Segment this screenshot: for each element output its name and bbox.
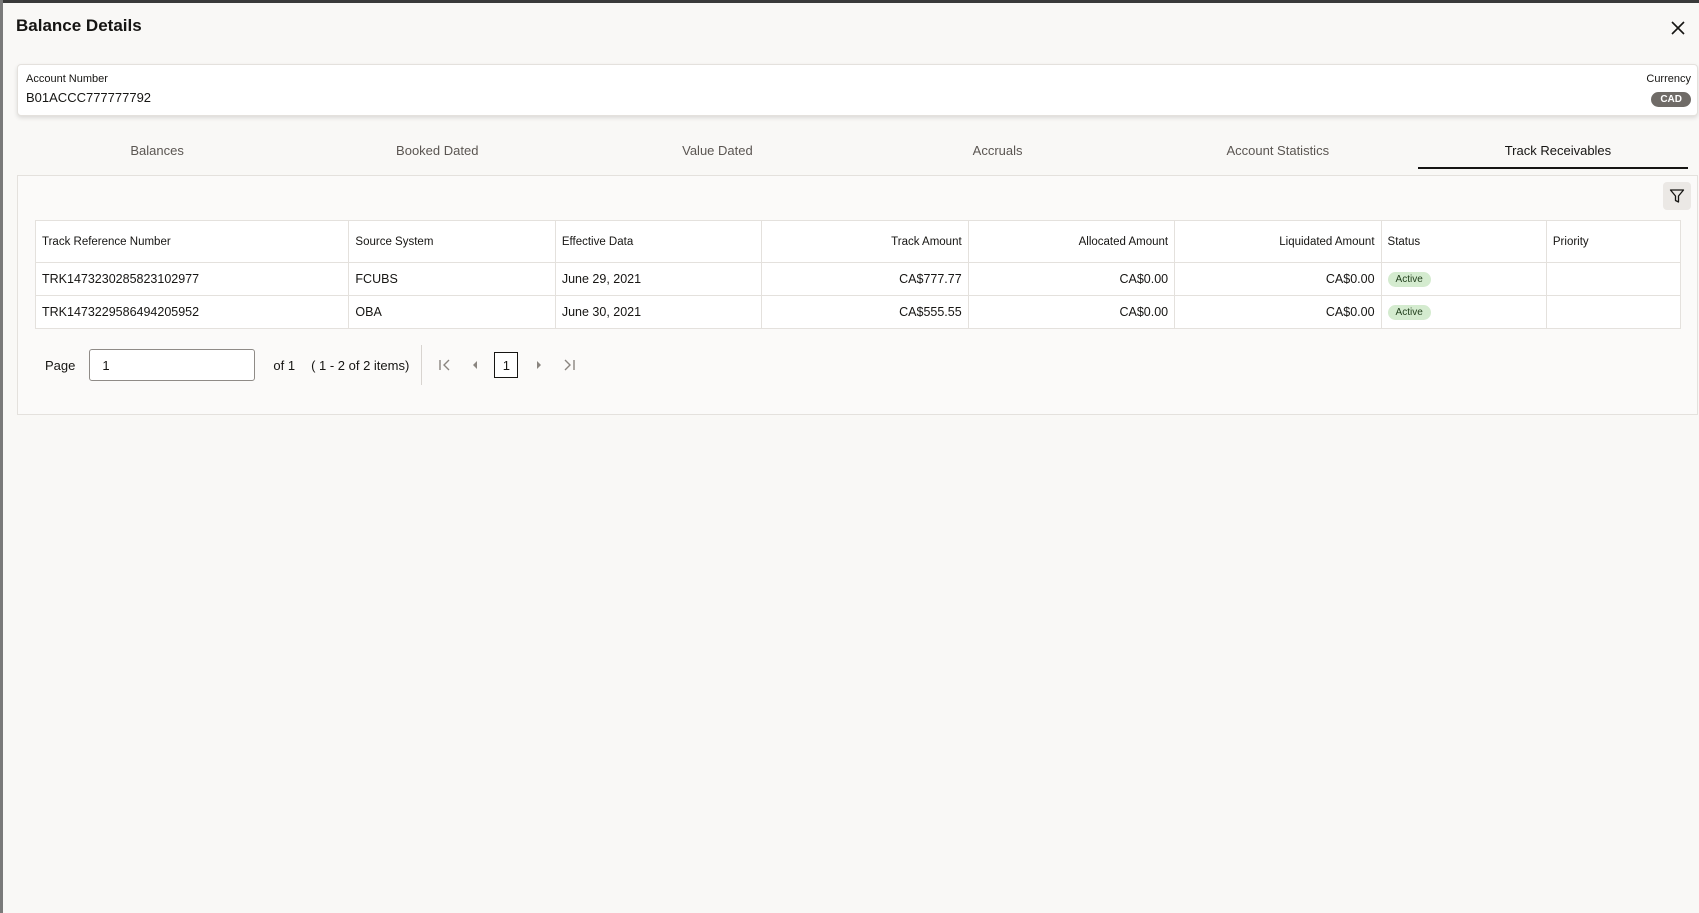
source-system-cell: FCUBS — [348, 262, 556, 296]
balance-tabs: Balances Booked Dated Value Dated Accrua… — [17, 127, 1698, 169]
balance-details-dialog: Balance Details Account Number B01ACCC77… — [3, 3, 1699, 913]
column-header-allocated-amount[interactable]: Allocated Amount — [967, 220, 1176, 263]
close-button[interactable] — [1667, 17, 1689, 39]
status-badge: Active — [1387, 272, 1431, 287]
last-page-icon — [564, 359, 576, 371]
tab-account-statistics[interactable]: Account Statistics — [1138, 127, 1418, 169]
dialog-title: Balance Details — [16, 16, 142, 35]
liquidated-amount-cell: CA$0.00 — [1174, 262, 1382, 296]
table-row[interactable]: TRK1473229586494205952 OBA June 30, 2021… — [34, 295, 1682, 329]
status-cell: Active — [1380, 262, 1547, 296]
column-header-status[interactable]: Status — [1380, 220, 1547, 263]
next-page-button[interactable] — [528, 354, 550, 376]
table-header-row: Track Reference Number Source System Eff… — [34, 220, 1682, 263]
column-header-track-amount[interactable]: Track Amount — [761, 220, 969, 263]
page-number-input[interactable] — [89, 349, 256, 381]
account-number-value: B01ACCC777777792 — [26, 90, 152, 105]
column-header-source-system[interactable]: Source System — [348, 220, 556, 263]
current-page-button[interactable]: 1 — [494, 352, 519, 378]
source-system-cell: OBA — [348, 295, 556, 329]
currency-badge: CAD — [1651, 92, 1691, 107]
allocated-amount-cell: CA$0.00 — [967, 295, 1176, 329]
tab-track-receivables[interactable]: Track Receivables — [1417, 127, 1698, 169]
effective-date-cell: June 30, 2021 — [554, 295, 763, 329]
filter-button[interactable] — [1663, 182, 1691, 210]
close-icon — [1671, 21, 1685, 35]
first-page-button[interactable] — [434, 354, 456, 376]
status-cell: Active — [1380, 295, 1547, 329]
column-header-effective-data[interactable]: Effective Data — [554, 220, 763, 263]
status-badge: Active — [1387, 305, 1431, 320]
table-row[interactable]: TRK1473230285823102977 FCUBS June 29, 20… — [34, 262, 1682, 296]
next-page-icon — [537, 361, 542, 369]
prev-page-icon — [473, 361, 478, 369]
effective-date-cell: June 29, 2021 — [554, 262, 763, 296]
track-receivables-table: Track Reference Number Source System Eff… — [34, 220, 1682, 329]
pagination-bar: Page of 1 ( 1 - 2 of 2 items) 1 — [45, 345, 588, 385]
tab-accruals[interactable]: Accruals — [858, 127, 1138, 169]
tab-value-dated[interactable]: Value Dated — [577, 127, 857, 169]
priority-cell — [1545, 295, 1682, 329]
first-page-icon — [439, 359, 450, 371]
currency-label: Currency — [1646, 73, 1691, 85]
filter-icon — [1669, 189, 1685, 203]
track-reference-cell: TRK1473229586494205952 — [34, 295, 350, 329]
track-receivables-panel: Track Reference Number Source System Eff… — [17, 175, 1698, 415]
priority-cell — [1545, 262, 1682, 296]
track-reference-cell: TRK1473230285823102977 — [34, 262, 350, 296]
items-count-label: ( 1 - 2 of 2 items) — [311, 357, 410, 373]
tab-booked-dated[interactable]: Booked Dated — [297, 127, 577, 169]
pager-divider — [421, 345, 423, 385]
track-amount-cell: CA$555.55 — [761, 295, 969, 329]
prev-page-button[interactable] — [464, 354, 486, 376]
column-header-liquidated-amount[interactable]: Liquidated Amount — [1174, 220, 1382, 263]
tab-balances[interactable]: Balances — [17, 127, 297, 169]
last-page-button[interactable] — [558, 354, 580, 376]
allocated-amount-cell: CA$0.00 — [967, 262, 1176, 296]
track-amount-cell: CA$777.77 — [761, 262, 969, 296]
account-number-label: Account Number — [26, 73, 108, 85]
liquidated-amount-cell: CA$0.00 — [1174, 295, 1382, 329]
account-summary-card: Account Number B01ACCC777777792 Currency… — [17, 64, 1698, 116]
column-header-priority[interactable]: Priority — [1545, 220, 1682, 263]
dialog-header: Balance Details — [3, 3, 1699, 53]
page-label: Page — [45, 357, 76, 373]
page-count-label: of 1 — [273, 357, 296, 373]
column-header-track-reference[interactable]: Track Reference Number — [34, 220, 350, 263]
